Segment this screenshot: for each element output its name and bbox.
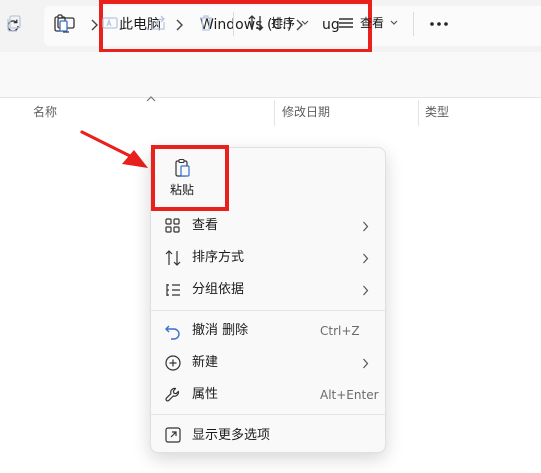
menu-item-label: 属性 (192, 387, 219, 402)
breadcrumb-highlight-box (99, 0, 372, 53)
paste-highlight-box (151, 145, 229, 211)
chevron-right-icon (363, 221, 369, 232)
menu-item-group-by[interactable] (152, 275, 382, 305)
view-list-icon[interactable] (336, 13, 356, 33)
toolbar-divider (413, 12, 414, 36)
sort-icon (165, 250, 181, 266)
rename-icon[interactable] (100, 13, 120, 33)
annotation-arrow (80, 130, 148, 168)
menu-item-sort-by[interactable] (152, 243, 382, 273)
undo-icon (165, 325, 180, 340)
copy-icon[interactable] (4, 13, 24, 33)
sort-button-label[interactable]: 排序 (271, 15, 295, 31)
command-bar (0, 52, 541, 98)
menu-item-view[interactable] (152, 211, 382, 241)
menu-item-label: 排序方式 (192, 250, 245, 265)
group-by-icon (166, 284, 180, 296)
chevron-right-icon (363, 253, 369, 264)
menu-item-new[interactable] (152, 348, 382, 378)
shortcut-alt-enter: Alt+Enter (320, 388, 379, 402)
paste-icon[interactable] (51, 13, 71, 33)
more-options-icon (165, 427, 181, 443)
column-header-type[interactable]: 类型 (425, 104, 449, 120)
menu-item-label: 分组依据 (192, 282, 245, 297)
chevron-down-icon[interactable] (390, 20, 398, 26)
column-divider[interactable] (274, 100, 275, 126)
breadcrumb-separator-icon[interactable] (89, 18, 99, 32)
column-header-name[interactable]: 名称 (33, 104, 57, 120)
menu-separator (151, 414, 385, 415)
menu-item-label: 撤消 删除 (192, 323, 249, 338)
delete-icon[interactable] (196, 13, 216, 33)
more-options-icon[interactable] (430, 22, 448, 26)
shortcut-ctrl-z: Ctrl+Z (320, 324, 360, 338)
share-icon[interactable] (148, 13, 168, 33)
wrench-icon (165, 387, 180, 402)
new-plus-icon (165, 355, 181, 371)
chevron-right-icon (363, 285, 369, 296)
menu-item-label: 显示更多选项 (192, 428, 271, 443)
view-button-label[interactable]: 查看 (360, 15, 384, 31)
column-divider[interactable] (418, 100, 419, 126)
grid-view-icon (165, 218, 180, 233)
sort-ascending-caret-icon (146, 96, 156, 102)
column-header-modified[interactable]: 修改日期 (282, 104, 330, 120)
menu-item-label: 新建 (192, 355, 219, 370)
chevron-right-icon (363, 358, 369, 369)
menu-separator (151, 310, 385, 311)
chevron-down-icon[interactable] (301, 20, 309, 26)
toolbar-divider (233, 12, 234, 36)
menu-item-label: 查看 (192, 218, 219, 233)
sort-icon[interactable] (246, 13, 266, 33)
